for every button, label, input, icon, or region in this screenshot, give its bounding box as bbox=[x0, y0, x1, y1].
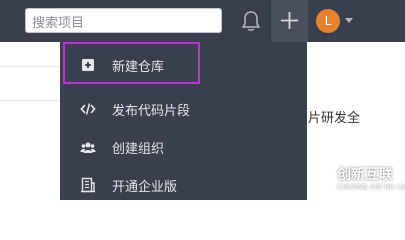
bell-icon[interactable] bbox=[240, 9, 262, 33]
menu-item-label: 开通企业版 bbox=[112, 180, 178, 195]
row-divider bbox=[0, 100, 60, 101]
avatar-letter: L bbox=[324, 14, 332, 28]
watermark-name: 创新互联 bbox=[337, 167, 393, 183]
group-icon bbox=[80, 142, 96, 153]
code-icon bbox=[80, 103, 96, 115]
watermark-logo: 创新互联 CHUANG XIN HU LIAN bbox=[307, 160, 405, 200]
search-placeholder: 搜索项目 bbox=[32, 16, 85, 31]
create-dropdown-menu: 新建仓库 发布代码片段 创建组织 开通企业版 bbox=[60, 42, 307, 200]
plus-icon bbox=[281, 12, 298, 29]
menu-item-enterprise-edition[interactable]: 开通企业版 bbox=[60, 166, 307, 202]
menu-item-publish-snippet[interactable]: 发布代码片段 bbox=[60, 90, 307, 126]
watermark-subtitle: CHUANG XIN HU LIAN bbox=[337, 183, 405, 191]
watermark-x-icon bbox=[309, 167, 335, 193]
menu-item-label: 创建组织 bbox=[112, 142, 165, 157]
background-text: 片研发全 bbox=[308, 111, 361, 126]
avatar-caret-icon[interactable] bbox=[345, 18, 353, 23]
selection-highlight bbox=[63, 42, 200, 84]
top-navbar: 搜索项目 L bbox=[0, 0, 405, 42]
menu-item-create-organization[interactable]: 创建组织 bbox=[60, 128, 307, 164]
menu-item-label: 发布代码片段 bbox=[112, 104, 191, 119]
row-divider bbox=[0, 66, 60, 67]
search-input[interactable]: 搜索项目 bbox=[25, 8, 222, 33]
user-avatar[interactable]: L bbox=[316, 9, 340, 33]
building-icon bbox=[81, 177, 95, 193]
create-new-button[interactable] bbox=[271, 0, 308, 42]
